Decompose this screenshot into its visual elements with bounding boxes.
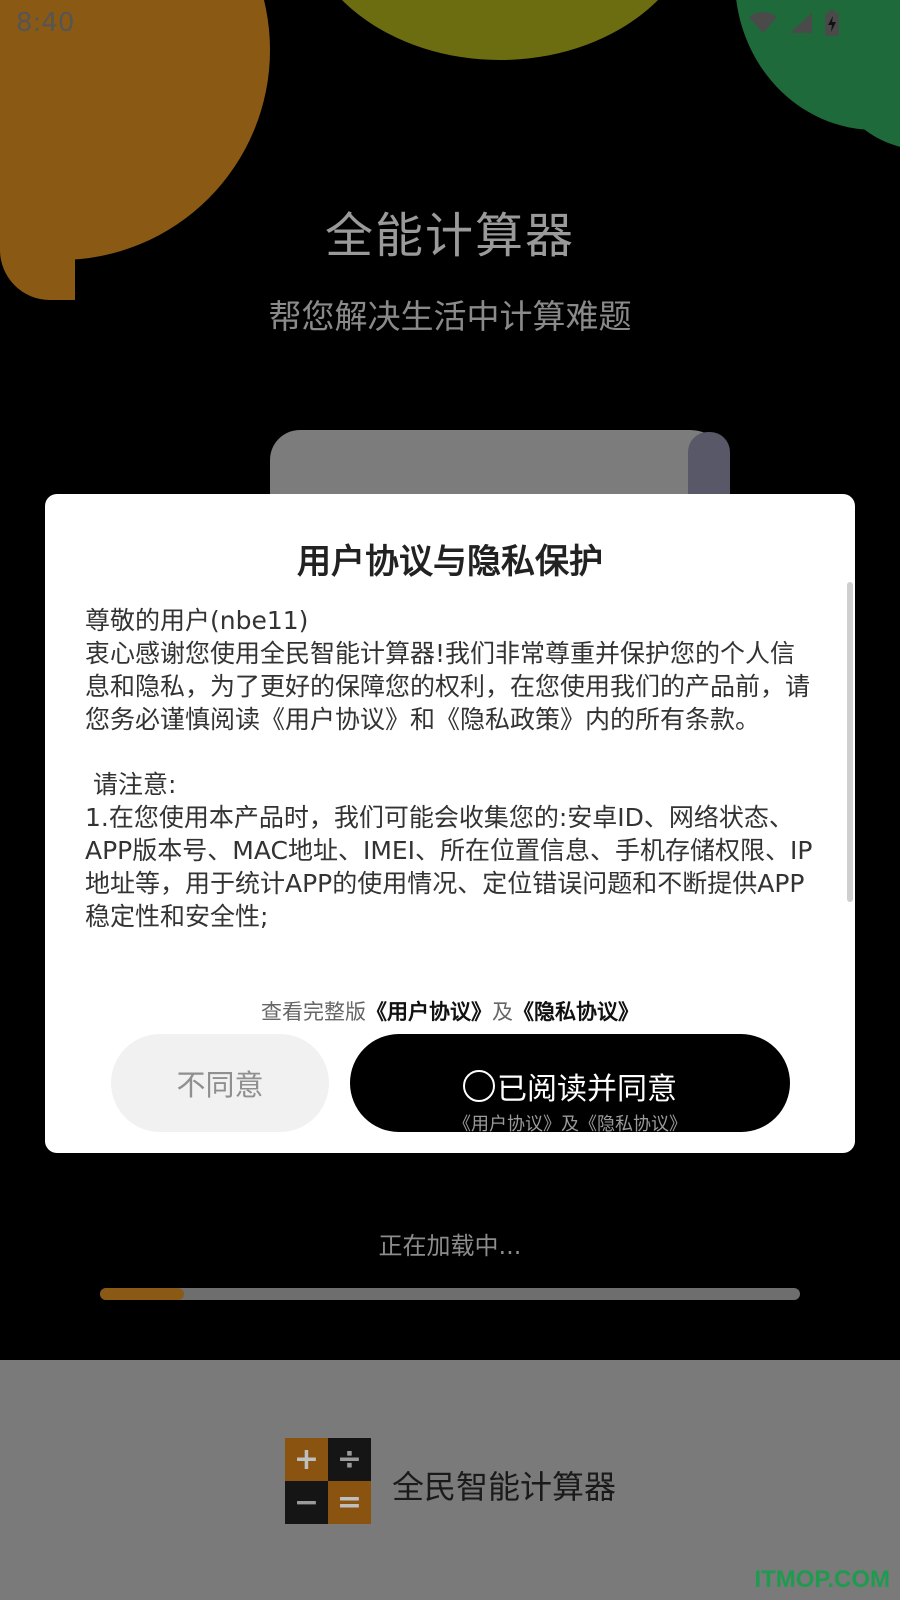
- wifi-icon: [749, 12, 777, 33]
- user-agreement-link[interactable]: 《用户协议》: [366, 1000, 492, 1024]
- disagree-button[interactable]: 不同意: [111, 1034, 329, 1132]
- splash-footer: + ÷ − = 全民智能计算器 ITMOP.COM: [0, 1360, 900, 1600]
- agreement-links-row: 查看完整版《用户协议》及《隐私协议》: [45, 996, 855, 1026]
- notice-item-1: 1.在您使用本产品时，我们可能会收集您的:安卓ID、网络状态、APP版本号、MA…: [85, 803, 813, 931]
- battery-charging-icon: [825, 10, 839, 36]
- scrollbar[interactable]: [847, 582, 853, 902]
- loading-text: 正在加载中...: [378, 1232, 522, 1260]
- links-prefix: 查看完整版: [261, 1000, 366, 1024]
- logo-equals-icon: =: [328, 1481, 371, 1524]
- privacy-dialog: 用户协议与隐私保护 尊敬的用户(nbe11) 衷心感谢您使用全民智能计算器!我们…: [45, 494, 855, 1153]
- loading-progress-fill: [100, 1288, 184, 1300]
- decorative-blob-olive: [300, 0, 700, 60]
- agree-main-row: 已阅读并同意: [350, 1064, 790, 1108]
- privacy-agreement-link[interactable]: 《隐私协议》: [513, 1000, 639, 1024]
- logo-divide-icon: ÷: [328, 1438, 371, 1481]
- splash-title: 全能计算器: [324, 208, 575, 264]
- app-name: 全民智能计算器: [392, 1468, 617, 1506]
- status-icons: [748, 10, 840, 36]
- splash-subtitle: 帮您解决生活中计算难题: [268, 297, 632, 336]
- logo-minus-icon: −: [285, 1481, 328, 1524]
- agree-sublabel: 《用户协议》及《隐私协议》: [453, 1114, 687, 1135]
- dialog-title: 用户协议与隐私保护: [297, 542, 603, 582]
- app-logo: + ÷ − =: [285, 1438, 371, 1524]
- agree-label: 已阅读并同意: [497, 1072, 677, 1107]
- agreement-text-scroll[interactable]: 尊敬的用户(nbe11) 衷心感谢您使用全民智能计算器!我们非常尊重并保护您的个…: [85, 604, 820, 980]
- status-time: 8:40: [16, 8, 75, 38]
- agree-radio-icon[interactable]: [463, 1070, 495, 1102]
- signal-icon: [790, 13, 812, 33]
- agree-button[interactable]: 已阅读并同意 《用户协议》及《隐私协议》: [350, 1034, 790, 1135]
- watermark: ITMOP.COM: [754, 1566, 890, 1593]
- links-and: 及: [492, 1000, 513, 1024]
- loading-progress-bar: [100, 1288, 800, 1300]
- notice-heading: 请注意:: [85, 770, 177, 799]
- logo-plus-icon: +: [285, 1438, 328, 1481]
- greeting-text: 尊敬的用户(nbe11): [85, 606, 309, 635]
- intro-text: 衷心感谢您使用全民智能计算器!我们非常尊重并保护您的个人信息和隐私，为了更好的保…: [85, 639, 811, 734]
